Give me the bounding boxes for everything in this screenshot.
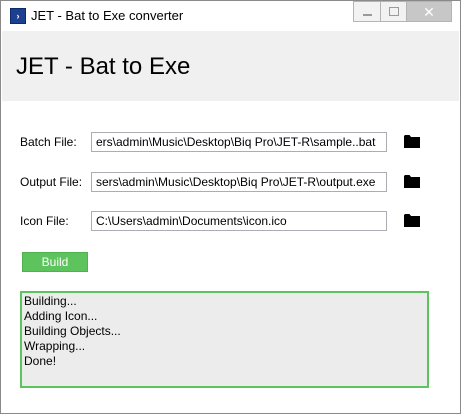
log-line: Adding Icon...	[24, 309, 98, 323]
maximize-button[interactable]	[380, 1, 406, 22]
page-title: JET - Bat to Exe	[16, 53, 191, 80]
icon-browse-button[interactable]	[404, 213, 420, 227]
build-log[interactable]: Building... Adding Icon... Building Obje…	[20, 291, 429, 388]
folder-icon	[404, 214, 420, 227]
close-button[interactable]: ✕	[406, 1, 452, 22]
build-button[interactable]: Build	[22, 252, 88, 272]
icon-file-input[interactable]: C:\Users\admin\Documents\icon.ico	[91, 211, 387, 231]
log-line: Building...	[24, 294, 77, 308]
batch-file-label: Batch File:	[20, 135, 77, 149]
log-line: Wrapping...	[24, 339, 86, 353]
window-title: JET - Bat to Exe converter	[31, 8, 184, 23]
output-file-input[interactable]: sers\admin\Music\Desktop\Biq Pro\JET-R\o…	[91, 172, 387, 192]
close-icon: ✕	[423, 3, 435, 20]
header-panel: JET - Bat to Exe	[2, 31, 459, 101]
maximize-icon	[388, 7, 399, 16]
icon-file-label: Icon File:	[20, 214, 69, 228]
log-line: Done!	[24, 354, 57, 368]
output-browse-button[interactable]	[404, 174, 420, 188]
log-line: Building Objects...	[24, 324, 121, 338]
folder-icon	[404, 175, 420, 188]
app-window: › JET - Bat to Exe converter ✕ JET - Bat…	[0, 0, 461, 414]
powershell-app-icon: ›	[10, 8, 26, 24]
output-file-label: Output File:	[20, 175, 83, 189]
minimize-icon	[362, 13, 372, 16]
batch-browse-button[interactable]	[404, 134, 420, 148]
minimize-button[interactable]	[353, 1, 380, 22]
batch-file-input[interactable]: ers\admin\Music\Desktop\Biq Pro\JET-R\sa…	[91, 132, 387, 152]
title-bar[interactable]: › JET - Bat to Exe converter ✕	[1, 1, 460, 31]
folder-icon	[404, 135, 420, 148]
